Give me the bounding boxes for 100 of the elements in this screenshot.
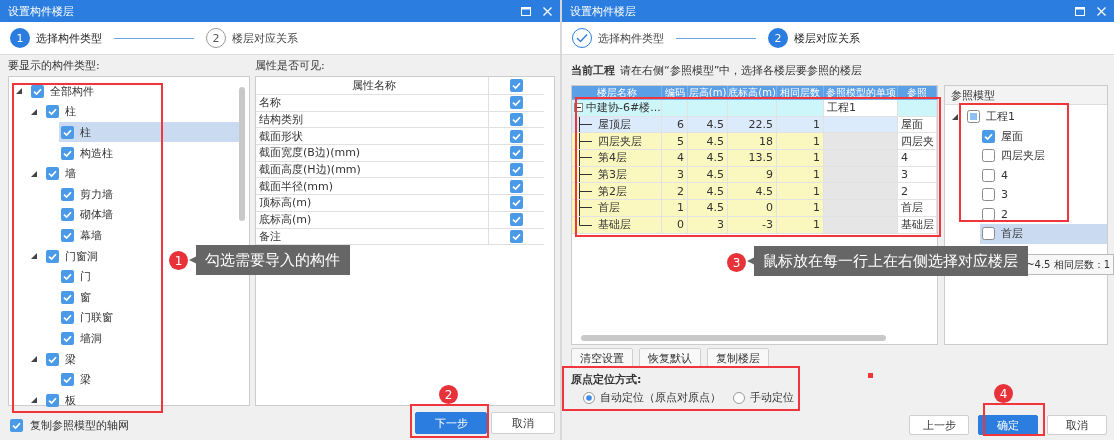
checkbox[interactable] xyxy=(967,110,980,124)
tree-item[interactable]: 墙 xyxy=(44,163,82,184)
tree-item[interactable]: 砌体墙 xyxy=(59,204,119,225)
tree-item[interactable]: 梁 xyxy=(44,349,82,369)
checkbox[interactable] xyxy=(46,393,59,407)
checkbox[interactable] xyxy=(510,196,523,210)
checkbox[interactable] xyxy=(510,113,523,127)
tree-item[interactable]: 3 xyxy=(980,184,1014,205)
dialog-button[interactable]: 下一步 xyxy=(415,412,487,434)
checkbox[interactable] xyxy=(61,290,74,304)
floor-name: 屋顶层 xyxy=(598,117,631,133)
checkbox[interactable] xyxy=(61,311,74,325)
checkbox[interactable] xyxy=(10,418,23,432)
section-label: 属性是否可见: xyxy=(255,58,325,73)
floor-name: 四层夹层 xyxy=(598,133,642,149)
expand-icon[interactable] xyxy=(30,396,38,405)
tree-item[interactable]: 四层夹层 xyxy=(980,145,1051,166)
column-header: 属性名称 xyxy=(256,77,489,94)
checkbox[interactable] xyxy=(46,105,59,119)
checkbox[interactable] xyxy=(61,373,74,387)
floor-name: 第4层 xyxy=(598,150,627,166)
table-cell: 截面宽度(B边)(mm) xyxy=(256,145,489,161)
tree-item[interactable]: 窗 xyxy=(59,287,97,308)
checkbox[interactable] xyxy=(982,129,995,143)
checkbox-option[interactable]: 复制参照模型的轴网 xyxy=(8,413,411,433)
tree-item[interactable]: 4 xyxy=(980,165,1014,186)
checkbox[interactable] xyxy=(61,146,74,160)
tree-item[interactable]: 构造柱 xyxy=(59,143,119,164)
checkbox[interactable] xyxy=(510,129,523,143)
checkbox[interactable] xyxy=(982,168,995,182)
checkbox[interactable] xyxy=(46,249,59,263)
radio-button[interactable] xyxy=(583,391,595,404)
tree-item[interactable]: 门 xyxy=(59,266,97,287)
table-cell xyxy=(898,100,937,117)
radio-option[interactable]: 手动定位 xyxy=(733,390,794,405)
tree-item[interactable]: 柱 xyxy=(44,101,82,122)
scrollbar[interactable] xyxy=(239,87,245,221)
expand-icon[interactable] xyxy=(30,107,38,116)
table-cell: 4 xyxy=(662,150,688,167)
action-button[interactable]: 复制楼层 xyxy=(707,348,769,368)
checkbox[interactable] xyxy=(510,229,523,243)
panel-header: 参照模型 xyxy=(945,86,1107,105)
table-cell: 1 xyxy=(777,200,824,217)
checkbox[interactable] xyxy=(982,207,995,221)
tree-item[interactable]: 柱 xyxy=(59,122,239,143)
dialog-button[interactable]: 取消 xyxy=(1047,415,1107,435)
radio-option[interactable]: 自动定位（原点对原点） xyxy=(583,390,721,405)
checkbox[interactable] xyxy=(982,227,995,241)
tree-item[interactable]: 屋面 xyxy=(980,126,1029,147)
checkbox[interactable] xyxy=(61,270,74,284)
table-cell: 1 xyxy=(662,200,688,217)
checkbox[interactable] xyxy=(510,79,523,92)
close-icon[interactable] xyxy=(543,6,552,16)
table-cell: 1 xyxy=(777,133,824,151)
tree-item[interactable]: 梁 xyxy=(59,369,97,390)
checkbox[interactable] xyxy=(61,228,74,242)
checkbox[interactable] xyxy=(61,208,74,222)
tree-item[interactable]: 工程1 xyxy=(965,106,1021,127)
maximize-icon[interactable] xyxy=(1075,6,1085,16)
instruction-text: 请在右侧“参照模型”中，选择各楼层要参照的楼层 xyxy=(620,62,863,78)
action-button[interactable]: 恢复默认 xyxy=(639,348,701,368)
expand-icon[interactable] xyxy=(15,87,23,96)
checkbox[interactable] xyxy=(61,331,74,345)
radio-button[interactable] xyxy=(733,391,745,404)
checkbox[interactable] xyxy=(510,179,523,193)
dialog-button[interactable]: 上一步 xyxy=(909,415,969,435)
tooltip: 勾选需要导入的构件 xyxy=(189,245,350,275)
checkbox[interactable] xyxy=(510,213,523,227)
dialog-button[interactable]: 确定 xyxy=(978,415,1038,435)
table-cell: 2 xyxy=(662,183,688,201)
tree-item[interactable]: 剪力墙 xyxy=(59,184,119,205)
tree-item[interactable]: 首层 xyxy=(980,223,1107,244)
expand-icon[interactable] xyxy=(30,355,38,363)
tree-item[interactable]: 板 xyxy=(44,390,82,411)
step-number: 2 xyxy=(206,28,226,48)
collapse-icon[interactable] xyxy=(574,103,583,113)
checkbox[interactable] xyxy=(510,96,523,110)
expand-icon[interactable] xyxy=(30,252,38,261)
checkbox[interactable] xyxy=(61,126,74,139)
tree-item[interactable]: 幕墙 xyxy=(59,225,108,246)
maximize-icon[interactable] xyxy=(521,6,531,16)
tree-item[interactable]: 墙洞 xyxy=(59,328,108,349)
checkbox[interactable] xyxy=(982,149,995,163)
tree-item[interactable]: 门联窗 xyxy=(59,307,119,328)
close-icon[interactable] xyxy=(1097,6,1106,16)
checkbox[interactable] xyxy=(46,352,59,366)
checkbox[interactable] xyxy=(510,163,523,177)
tree-item[interactable]: 2 xyxy=(980,204,1014,225)
scrollbar[interactable] xyxy=(581,335,886,341)
checkbox[interactable] xyxy=(46,167,59,181)
expand-icon[interactable] xyxy=(30,169,38,178)
action-button[interactable]: 清空设置 xyxy=(571,348,633,368)
checkbox[interactable] xyxy=(982,188,995,202)
tree-item[interactable]: 全部构件 xyxy=(29,81,100,102)
checkbox[interactable] xyxy=(61,187,74,201)
expand-icon[interactable] xyxy=(951,112,959,121)
checkbox[interactable] xyxy=(510,146,523,160)
tree-item[interactable]: 门窗洞 xyxy=(44,246,104,267)
dialog-button[interactable]: 取消 xyxy=(491,412,555,434)
table-cell: 四层夹 xyxy=(898,133,937,151)
